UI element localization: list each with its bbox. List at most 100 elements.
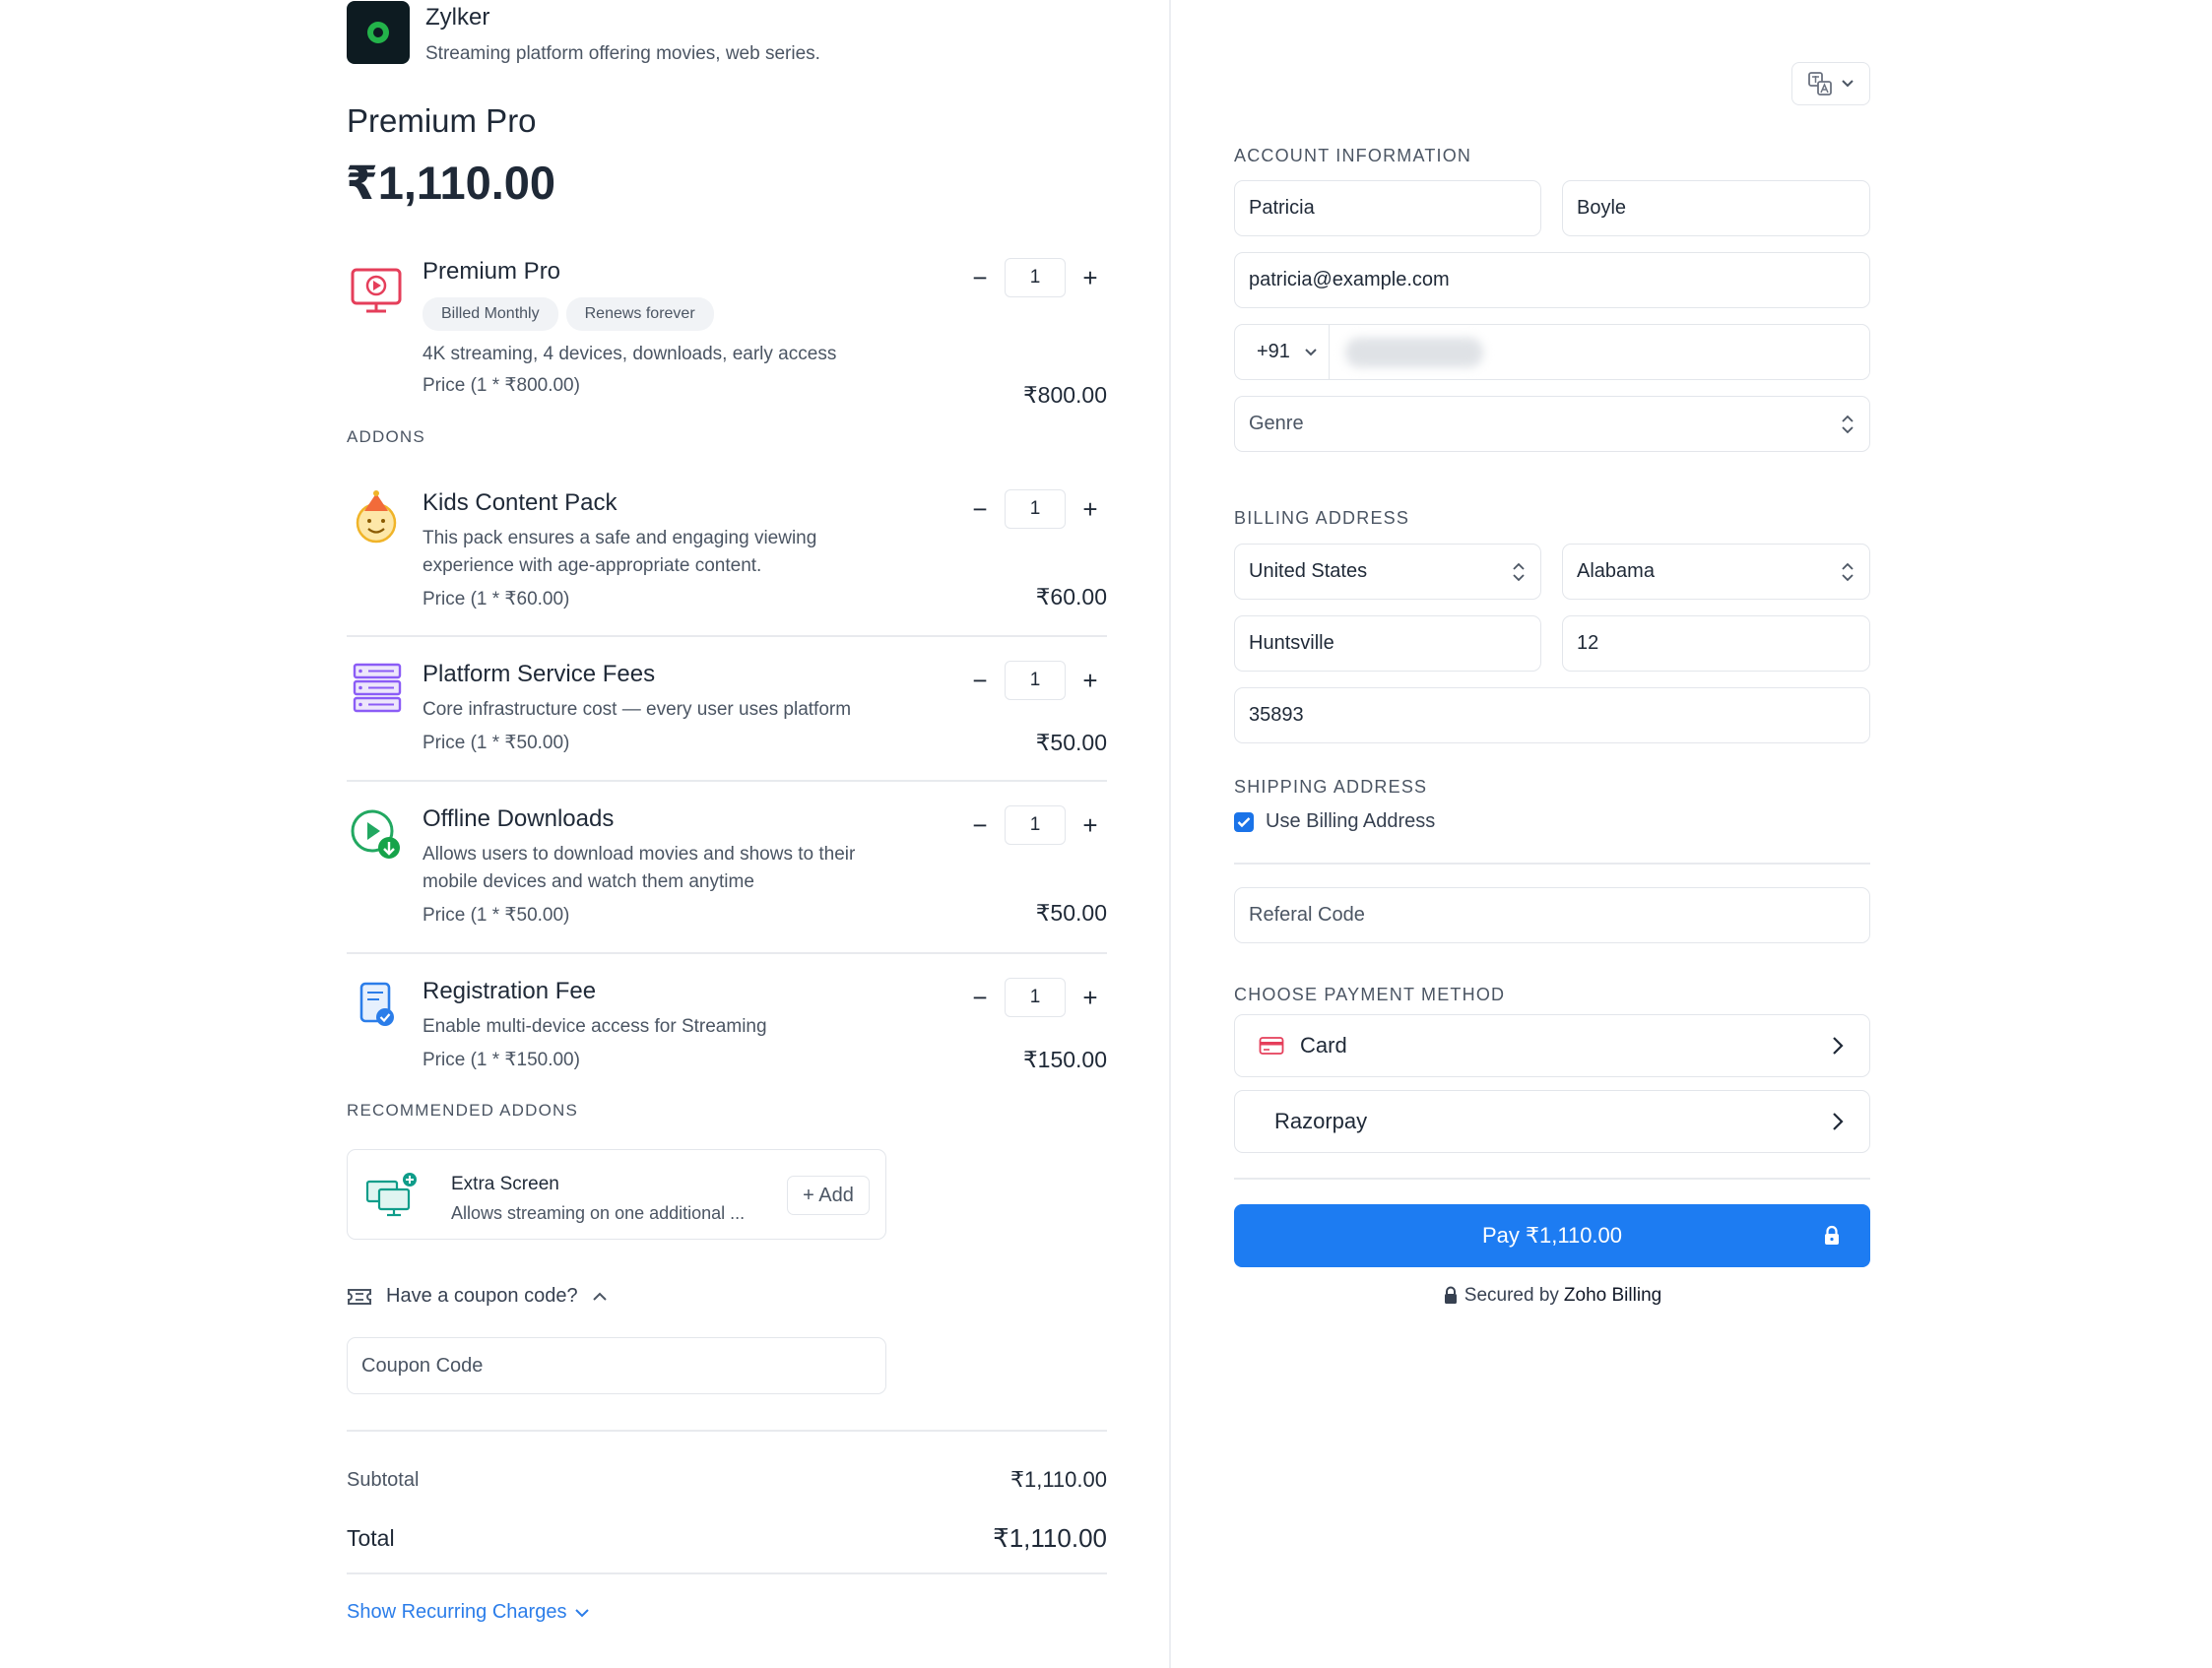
checkmark-icon	[1237, 816, 1251, 827]
show-recurring-charges-link[interactable]: Show Recurring Charges	[347, 1601, 590, 1624]
brand-name: Zylker	[425, 4, 490, 31]
brand-logo	[347, 1, 410, 64]
kid-face-icon	[356, 490, 397, 544]
email-field[interactable]: patricia@example.com	[1234, 252, 1870, 308]
use-billing-address-row: Use Billing Address	[1234, 810, 1435, 833]
payment-method-card[interactable]: Card	[1234, 1014, 1870, 1077]
item-price-line: Price (1 * ₹50.00)	[423, 733, 570, 753]
quantity-stepper: − 1 +	[963, 258, 1107, 297]
item-total: ₹800.00	[1023, 382, 1107, 408]
item-price-line: Price (1 * ₹150.00)	[423, 1050, 580, 1070]
item-description-line: mobile devices and watch them anytime	[423, 871, 754, 892]
quantity-stepper: − 1 +	[963, 661, 1107, 700]
subtotal-value: ₹1,110.00	[1009, 1467, 1107, 1492]
translate-icon	[1808, 72, 1832, 96]
item-name: Registration Fee	[423, 978, 597, 1004]
decrement-button[interactable]: −	[963, 258, 997, 297]
subtotal-row: Subtotal ₹1,110.00	[347, 1467, 1107, 1493]
secured-by-text: Secured by	[1464, 1285, 1559, 1306]
addon-item: Kids Content Pack This pack ensures a sa…	[347, 489, 1107, 612]
divider	[347, 952, 1107, 954]
plan-title: Premium Pro	[347, 102, 537, 139]
quantity-stepper: − 1 +	[963, 978, 1107, 1017]
coupon-code-input[interactable]	[347, 1337, 886, 1394]
increment-button[interactable]: +	[1073, 258, 1107, 297]
language-selector[interactable]	[1791, 62, 1870, 105]
ticket-icon	[348, 1288, 371, 1305]
decrement-button[interactable]: −	[963, 805, 997, 845]
first-name-field[interactable]: Patricia	[1234, 180, 1541, 236]
recommended-addons-label: RECOMMENDED ADDONS	[347, 1101, 579, 1120]
divider	[1234, 1178, 1870, 1180]
credit-card-icon	[1259, 1037, 1284, 1055]
genre-select[interactable]: Genre	[1234, 396, 1870, 452]
tv-play-icon	[351, 268, 402, 313]
add-addon-button[interactable]: + Add	[787, 1176, 870, 1215]
increment-button[interactable]: +	[1073, 805, 1107, 845]
addon-item: Platform Service Fees Core infrastructur…	[347, 661, 1107, 759]
chevron-right-icon	[1833, 1113, 1844, 1130]
pay-button-label: Pay ₹1,110.00	[1481, 1223, 1623, 1248]
phone-field[interactable]: +91	[1234, 324, 1870, 380]
state-value: Alabama	[1577, 560, 1655, 582]
quantity-input[interactable]: 1	[1005, 978, 1066, 1017]
quantity-input[interactable]: 1	[1005, 489, 1066, 529]
billing-address-label: BILLING ADDRESS	[1234, 508, 1410, 528]
item-name: Platform Service Fees	[423, 661, 656, 687]
item-price-line: Price (1 * ₹800.00)	[423, 375, 580, 396]
checkout-form-panel: ACCOUNT INFORMATION Patricia Boyle patri…	[1171, 0, 2212, 1668]
item-description-line: experience with age-appropriate content.	[423, 555, 762, 576]
select-arrows-icon	[1842, 562, 1854, 582]
state-select[interactable]: Alabama	[1562, 544, 1870, 600]
item-description-line: This pack ensures a safe and engaging vi…	[423, 528, 817, 548]
use-billing-address-label: Use Billing Address	[1266, 810, 1436, 832]
server-stack-icon	[353, 663, 402, 713]
addons-label: ADDONS	[347, 427, 425, 446]
quantity-stepper: − 1 +	[963, 489, 1107, 529]
quantity-input[interactable]: 1	[1005, 258, 1066, 297]
coupon-toggle[interactable]: Have a coupon code?	[347, 1285, 608, 1308]
increment-button[interactable]: +	[1073, 489, 1107, 529]
lock-icon	[1444, 1286, 1457, 1304]
quantity-input[interactable]: 1	[1005, 661, 1066, 700]
country-select[interactable]: United States	[1234, 544, 1541, 600]
item-name: Premium Pro	[423, 258, 561, 285]
chevron-down-icon	[575, 1608, 590, 1617]
phone-country-code-select[interactable]: +91	[1235, 325, 1330, 379]
quantity-input[interactable]: 1	[1005, 805, 1066, 845]
recommended-addon-description: Allows streaming on one additional ...	[451, 1203, 746, 1223]
divider	[347, 780, 1107, 782]
phone-code-value: +91	[1257, 341, 1290, 362]
city-field[interactable]: Huntsville	[1234, 615, 1541, 672]
renewal-tag: Renews forever	[565, 297, 714, 331]
use-billing-address-checkbox[interactable]	[1234, 811, 1254, 832]
brand-description: Streaming platform offering movies, web …	[425, 43, 820, 64]
quantity-stepper: − 1 +	[963, 805, 1107, 845]
payment-method-label: CHOOSE PAYMENT METHOD	[1234, 985, 1506, 1004]
increment-button[interactable]: +	[1073, 661, 1107, 700]
increment-button[interactable]: +	[1073, 978, 1107, 1017]
chevron-up-icon	[592, 1292, 607, 1301]
decrement-button[interactable]: −	[963, 978, 997, 1017]
secured-by-note: Secured by Zoho Billing	[1171, 1285, 1933, 1307]
zip-code-field[interactable]: 35893	[1234, 687, 1870, 743]
order-summary-panel: Zylker Streaming platform offering movie…	[0, 0, 1169, 1668]
plan-price: ₹1,110.00	[346, 157, 556, 209]
item-name: Kids Content Pack	[423, 489, 618, 516]
decrement-button[interactable]: −	[963, 661, 997, 700]
payment-method-razorpay[interactable]: Razorpay	[1234, 1090, 1870, 1153]
street-field[interactable]: 12	[1562, 615, 1870, 672]
item-description-line: Allows users to download movies and show…	[423, 844, 856, 865]
divider	[347, 1572, 1107, 1574]
decrement-button[interactable]: −	[963, 489, 997, 529]
pay-button[interactable]: Pay ₹1,110.00	[1234, 1204, 1870, 1267]
play-download-icon	[351, 809, 400, 859]
divider	[1234, 863, 1870, 865]
select-arrows-icon	[1513, 562, 1525, 582]
last-name-field[interactable]: Boyle	[1562, 180, 1870, 236]
recurring-label: Show Recurring Charges	[347, 1601, 567, 1623]
plan-line-item: Premium Pro Billed Monthly Renews foreve…	[347, 258, 1107, 416]
genre-placeholder: Genre	[1249, 413, 1304, 434]
coupon-toggle-label: Have a coupon code?	[386, 1285, 578, 1307]
referral-code-input[interactable]: Referal Code	[1234, 887, 1870, 943]
